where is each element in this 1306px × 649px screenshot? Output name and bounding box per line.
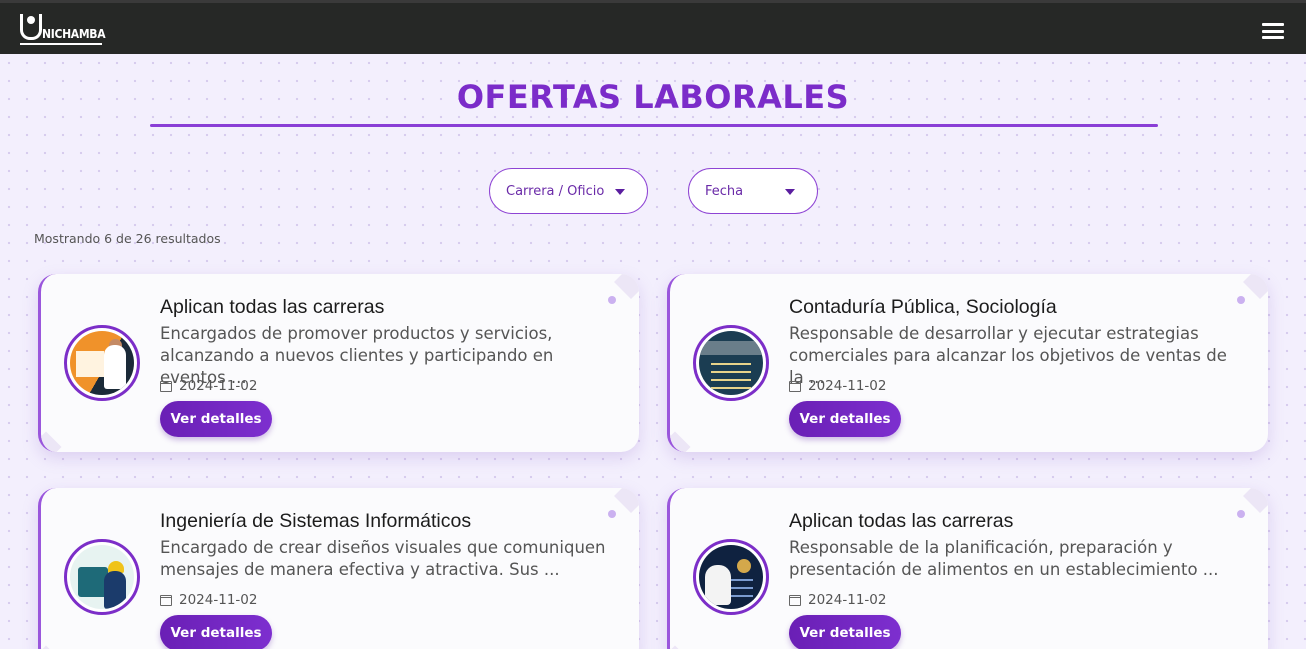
job-date: 2024-11-02 — [179, 378, 258, 394]
job-date-row: 2024-11-02 — [789, 592, 886, 608]
logo-underline — [20, 43, 102, 45]
job-date: 2024-11-02 — [179, 592, 258, 608]
job-date: 2024-11-02 — [808, 592, 887, 608]
card-dot-decoration — [1237, 510, 1245, 518]
job-card: Aplican todas las carreras Encargados de… — [38, 274, 639, 452]
job-date-row: 2024-11-02 — [789, 378, 886, 394]
caret-down-icon — [615, 189, 625, 195]
card-dot-decoration — [1237, 296, 1245, 304]
hamburger-menu-icon[interactable] — [1262, 23, 1284, 39]
job-card: Aplican todas las carreras Responsable d… — [667, 488, 1268, 649]
caret-down-icon — [785, 189, 795, 195]
job-date: 2024-11-02 — [808, 378, 887, 394]
view-details-button[interactable]: Ver detalles — [789, 615, 901, 649]
calendar-icon — [160, 594, 172, 606]
results-count: Mostrando 6 de 26 resultados — [34, 231, 221, 246]
calendar-icon — [789, 380, 801, 392]
date-filter-label: Fecha — [705, 183, 744, 199]
job-card: Contaduría Pública, Sociología Responsab… — [667, 274, 1268, 452]
career-filter-label: Carrera / Oficio — [506, 183, 605, 199]
job-card: Ingeniería de Sistemas Informáticos Enca… — [38, 488, 639, 649]
card-corner-decoration — [670, 645, 691, 649]
job-image — [64, 325, 140, 401]
job-date-row: 2024-11-02 — [160, 378, 257, 394]
date-filter-dropdown[interactable]: Fecha — [688, 168, 818, 214]
logo-text: NICHAMBA — [42, 27, 106, 41]
job-career: Contaduría Pública, Sociología — [789, 296, 1057, 318]
job-career: Ingeniería de Sistemas Informáticos — [160, 510, 472, 532]
view-details-button[interactable]: Ver detalles — [160, 401, 272, 437]
career-filter-dropdown[interactable]: Carrera / Oficio — [489, 168, 648, 214]
view-details-button[interactable]: Ver detalles — [160, 615, 272, 649]
job-image — [693, 325, 769, 401]
job-career: Aplican todas las carreras — [160, 296, 385, 318]
site-logo[interactable]: NICHAMBA — [18, 12, 108, 48]
calendar-icon — [789, 594, 801, 606]
card-corner-decoration — [41, 431, 62, 452]
job-career: Aplican todas las carreras — [789, 510, 1014, 532]
card-corner-decoration — [41, 645, 62, 649]
card-dot-decoration — [608, 296, 616, 304]
view-details-button[interactable]: Ver detalles — [789, 401, 901, 437]
job-description: Encargado de crear diseños visuales que … — [160, 538, 606, 579]
top-navbar: NICHAMBA — [0, 0, 1306, 54]
job-image — [64, 539, 140, 615]
page-title: OFERTAS LABORALES — [456, 78, 850, 116]
job-date-row: 2024-11-02 — [160, 592, 257, 608]
title-divider — [150, 124, 1158, 127]
job-description: Responsable de la planificación, prepara… — [789, 538, 1219, 579]
card-corner-decoration — [670, 431, 691, 452]
job-image — [693, 539, 769, 615]
card-dot-decoration — [608, 510, 616, 518]
logo-mark-icon — [20, 14, 42, 40]
calendar-icon — [160, 380, 172, 392]
